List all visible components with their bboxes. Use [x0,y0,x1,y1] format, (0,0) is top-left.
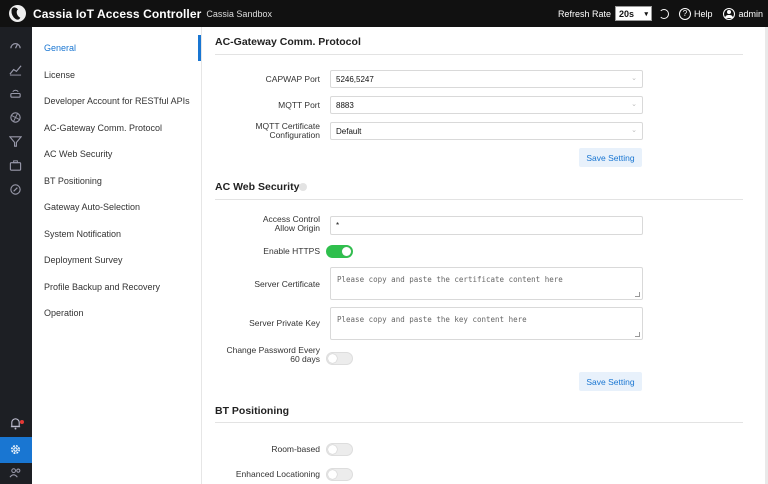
mqtt-port-select[interactable]: 8883 ⌄ [330,96,643,114]
toolbox-icon[interactable] [8,158,23,173]
enhanced-locationing-toggle[interactable] [326,468,353,481]
chevron-down-icon: ▾ [644,10,648,18]
network-icon[interactable] [8,110,23,125]
change-password-toggle[interactable] [326,352,353,365]
cassia-logo-icon [9,5,26,22]
server-certificate-label: Server Certificate [254,279,320,289]
section-title-comm: AC-Gateway Comm. Protocol [215,36,361,48]
refresh-rate-label: Refresh Rate [557,8,611,19]
nav-item-operation[interactable]: Operation [44,308,84,318]
change-password-label-line2: 60 days [290,354,320,364]
help-icon[interactable]: ? [678,7,691,20]
server-certificate-textarea[interactable]: Please copy and paste the certificate co… [330,267,643,300]
server-private-key-placeholder: Please copy and paste the key content he… [337,315,527,324]
allow-origin-label-line2: Allow Origin [274,223,320,233]
user-menu[interactable]: admin [738,9,763,19]
enhanced-locationing-label: Enhanced Locationing [235,469,320,479]
divider [215,422,743,423]
settings-nav: General License Developer Account for RE… [32,27,202,484]
nav-item-comm-protocol[interactable]: AC-Gateway Comm. Protocol [44,123,162,133]
enable-https-toggle[interactable] [326,245,353,258]
section-title-security: AC Web Security [215,181,300,193]
capwap-port-label: CAPWAP Port [265,74,320,84]
save-setting-button-security[interactable]: Save Setting [579,372,642,391]
nav-item-license[interactable]: License [44,70,75,80]
router-icon[interactable] [8,86,23,101]
nav-item-web-security[interactable]: AC Web Security [44,149,112,159]
server-private-key-textarea[interactable]: Please copy and paste the key content he… [330,307,643,340]
nav-item-deployment-survey[interactable]: Deployment Survey [44,255,123,265]
mqtt-port-value: 8883 [336,100,354,110]
help-link[interactable]: Help [694,9,713,19]
room-based-toggle[interactable] [326,443,353,456]
filter-icon[interactable] [8,134,23,149]
gear-icon[interactable] [8,442,23,457]
mqtt-cert-label-line2: Configuration [269,130,320,140]
chevron-down-icon: ⌄ [631,75,637,82]
allow-origin-label: Access Control Allow Origin [263,215,320,233]
allow-origin-input[interactable]: * [330,216,643,235]
nav-item-general[interactable]: General [44,43,76,53]
refresh-icon[interactable] [657,7,671,21]
resize-handle-icon[interactable] [635,292,640,297]
mqtt-cert-value: Default [336,126,362,136]
users-icon[interactable] [8,465,23,480]
top-header: Cassia IoT Access Controller Cassia Sand… [0,0,768,27]
info-icon[interactable] [299,183,307,191]
app-subtitle: Cassia Sandbox [206,8,272,19]
capwap-port-value: 5246,5247 [336,74,374,84]
nav-active-indicator [198,35,201,61]
nav-item-profile-backup[interactable]: Profile Backup and Recovery [44,282,160,292]
divider [215,199,743,200]
notification-dot [20,420,24,424]
room-based-label: Room-based [271,444,320,454]
dashboard-icon[interactable] [8,38,23,53]
refresh-rate-select[interactable]: 20s ▾ [614,6,652,21]
user-icon[interactable] [723,7,736,20]
mqtt-cert-select[interactable]: Default ⌄ [330,122,643,140]
refresh-rate-value: 20s [618,8,634,19]
location-icon[interactable] [8,182,23,197]
allow-origin-value: * [336,221,340,230]
section-title-bt: BT Positioning [215,405,290,417]
mqtt-port-label: MQTT Port [278,100,320,110]
settings-content: AC-Gateway Comm. Protocol CAPWAP Port 52… [202,27,768,484]
resize-handle-icon[interactable] [635,332,640,337]
nav-item-system-notification[interactable]: System Notification [44,229,121,239]
chart-icon[interactable] [8,62,23,77]
icon-rail [0,27,32,484]
save-setting-button-comm[interactable]: Save Setting [579,148,642,167]
mqtt-cert-label: MQTT Certificate Configuration [255,122,320,140]
change-password-label: Change Password Every 60 days [226,346,320,364]
divider [215,54,743,55]
enable-https-label: Enable HTTPS [263,246,320,256]
chevron-down-icon: ⌄ [631,127,637,134]
header-controls: Refresh Rate 20s ▾ ? Help admin [558,0,763,27]
chevron-down-icon: ⌄ [631,101,637,108]
server-certificate-placeholder: Please copy and paste the certificate co… [337,275,563,284]
app-title: Cassia IoT Access Controller [33,6,202,21]
server-private-key-label: Server Private Key [249,318,320,328]
nav-item-gateway-auto-selection[interactable]: Gateway Auto-Selection [44,202,140,212]
nav-item-bt-positioning[interactable]: BT Positioning [44,176,102,186]
nav-item-developer-account[interactable]: Developer Account for RESTful APIs [44,96,190,106]
capwap-port-select[interactable]: 5246,5247 ⌄ [330,70,643,88]
